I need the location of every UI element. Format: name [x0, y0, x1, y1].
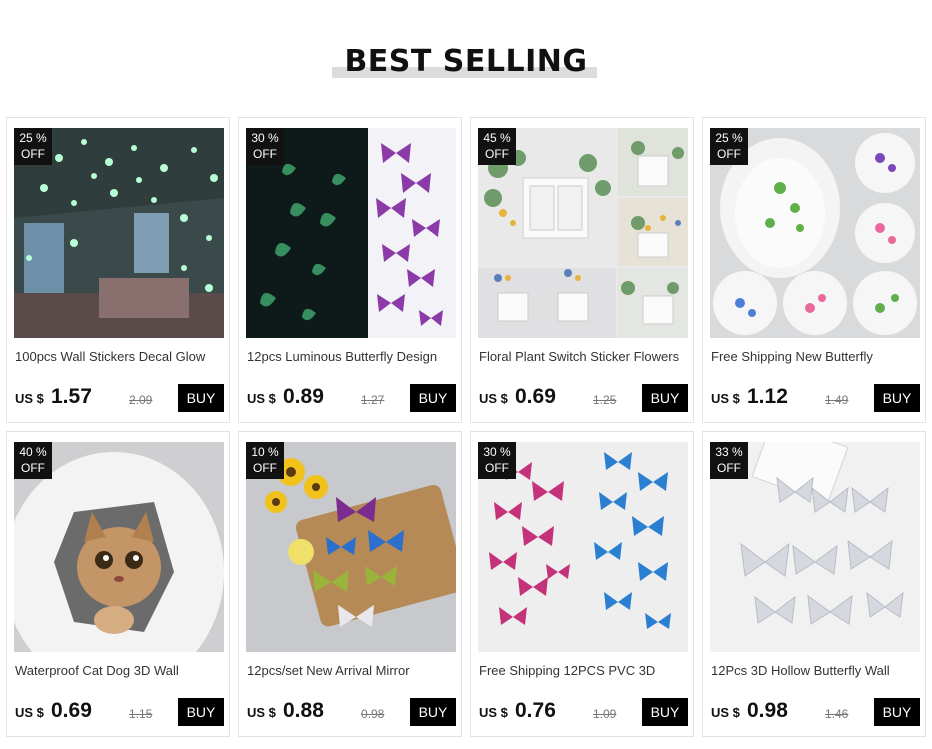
buy-button[interactable]: BUY: [874, 384, 920, 412]
original-price: 1.46: [825, 707, 849, 721]
section-title: BEST SELLING: [344, 44, 588, 79]
product-name[interactable]: Free Shipping New Butterfly: [711, 349, 923, 367]
currency-label: US $: [247, 705, 276, 720]
buy-button[interactable]: BUY: [874, 698, 920, 726]
discount-badge: 40 % OFF: [14, 442, 52, 479]
price-row: US $ 1.57 2.09 BUY: [15, 383, 225, 413]
currency-label: US $: [711, 705, 740, 720]
product-card[interactable]: 30 % OFF Free Shipping 12PCS PVC 3D US $ …: [470, 431, 694, 737]
discount-badge: 30 % OFF: [478, 442, 516, 479]
current-price: 1.12: [747, 385, 788, 408]
current-price: 0.69: [51, 699, 92, 722]
currency-label: US $: [479, 391, 508, 406]
buy-button[interactable]: BUY: [410, 698, 456, 726]
current-price: 0.98: [747, 699, 788, 722]
buy-button[interactable]: BUY: [642, 384, 688, 412]
current-price: 0.88: [283, 699, 324, 722]
product-name[interactable]: 100pcs Wall Stickers Decal Glow: [15, 349, 227, 367]
price-row: US $ 0.76 1.09 BUY: [479, 697, 689, 727]
original-price: 1.49: [825, 393, 849, 407]
product-name[interactable]: Floral Plant Switch Sticker Flowers: [479, 349, 691, 367]
section-heading: BEST SELLING: [0, 40, 932, 80]
product-card[interactable]: 33 % OFF 12Pcs 3D Hollow Butterfly Wall U…: [702, 431, 926, 737]
discount-badge: 45 % OFF: [478, 128, 516, 165]
product-name[interactable]: Waterproof Cat Dog 3D Wall: [15, 663, 227, 681]
product-card[interactable]: 10 % OFF 12pcs/set New Arrival Mirror US …: [238, 431, 462, 737]
current-price: 1.57: [51, 385, 92, 408]
currency-label: US $: [479, 705, 508, 720]
product-card[interactable]: 25 % OFF 100pcs Wall Stickers Decal Glow …: [6, 117, 230, 423]
price-row: US $ 0.88 0.98 BUY: [247, 697, 457, 727]
current-price: 0.69: [515, 385, 556, 408]
product-card[interactable]: 25 % OFF Free Shipping New Butterfly US $…: [702, 117, 926, 423]
discount-badge: 30 % OFF: [246, 128, 284, 165]
buy-button[interactable]: BUY: [178, 384, 224, 412]
product-card[interactable]: 45 % OFF Floral Plant Switch Sticker Flow…: [470, 117, 694, 423]
original-price: 2.09: [129, 393, 153, 407]
discount-badge: 25 % OFF: [14, 128, 52, 165]
discount-badge: 10 % OFF: [246, 442, 284, 479]
original-price: 1.27: [361, 393, 385, 407]
product-name[interactable]: 12pcs Luminous Butterfly Design: [247, 349, 459, 367]
currency-label: US $: [15, 705, 44, 720]
price-row: US $ 0.89 1.27 BUY: [247, 383, 457, 413]
product-card[interactable]: 30 % OFF 12pcs Luminous Butterfly Design …: [238, 117, 462, 423]
buy-button[interactable]: BUY: [178, 698, 224, 726]
discount-badge: 33 % OFF: [710, 442, 748, 479]
buy-button[interactable]: BUY: [410, 384, 456, 412]
currency-label: US $: [711, 391, 740, 406]
original-price: 0.98: [361, 707, 385, 721]
current-price: 0.76: [515, 699, 556, 722]
price-row: US $ 0.69 1.25 BUY: [479, 383, 689, 413]
original-price: 1.25: [593, 393, 617, 407]
product-name[interactable]: 12pcs/set New Arrival Mirror: [247, 663, 459, 681]
product-card[interactable]: 40 % OFF Waterproof Cat Dog 3D Wall US $ …: [6, 431, 230, 737]
price-row: US $ 0.69 1.15 BUY: [15, 697, 225, 727]
buy-button[interactable]: BUY: [642, 698, 688, 726]
original-price: 1.15: [129, 707, 153, 721]
original-price: 1.09: [593, 707, 617, 721]
product-name[interactable]: Free Shipping 12PCS PVC 3D: [479, 663, 691, 681]
price-row: US $ 0.98 1.46 BUY: [711, 697, 921, 727]
product-name[interactable]: 12Pcs 3D Hollow Butterfly Wall: [711, 663, 923, 681]
currency-label: US $: [247, 391, 276, 406]
current-price: 0.89: [283, 385, 324, 408]
price-row: US $ 1.12 1.49 BUY: [711, 383, 921, 413]
discount-badge: 25 % OFF: [710, 128, 748, 165]
currency-label: US $: [15, 391, 44, 406]
